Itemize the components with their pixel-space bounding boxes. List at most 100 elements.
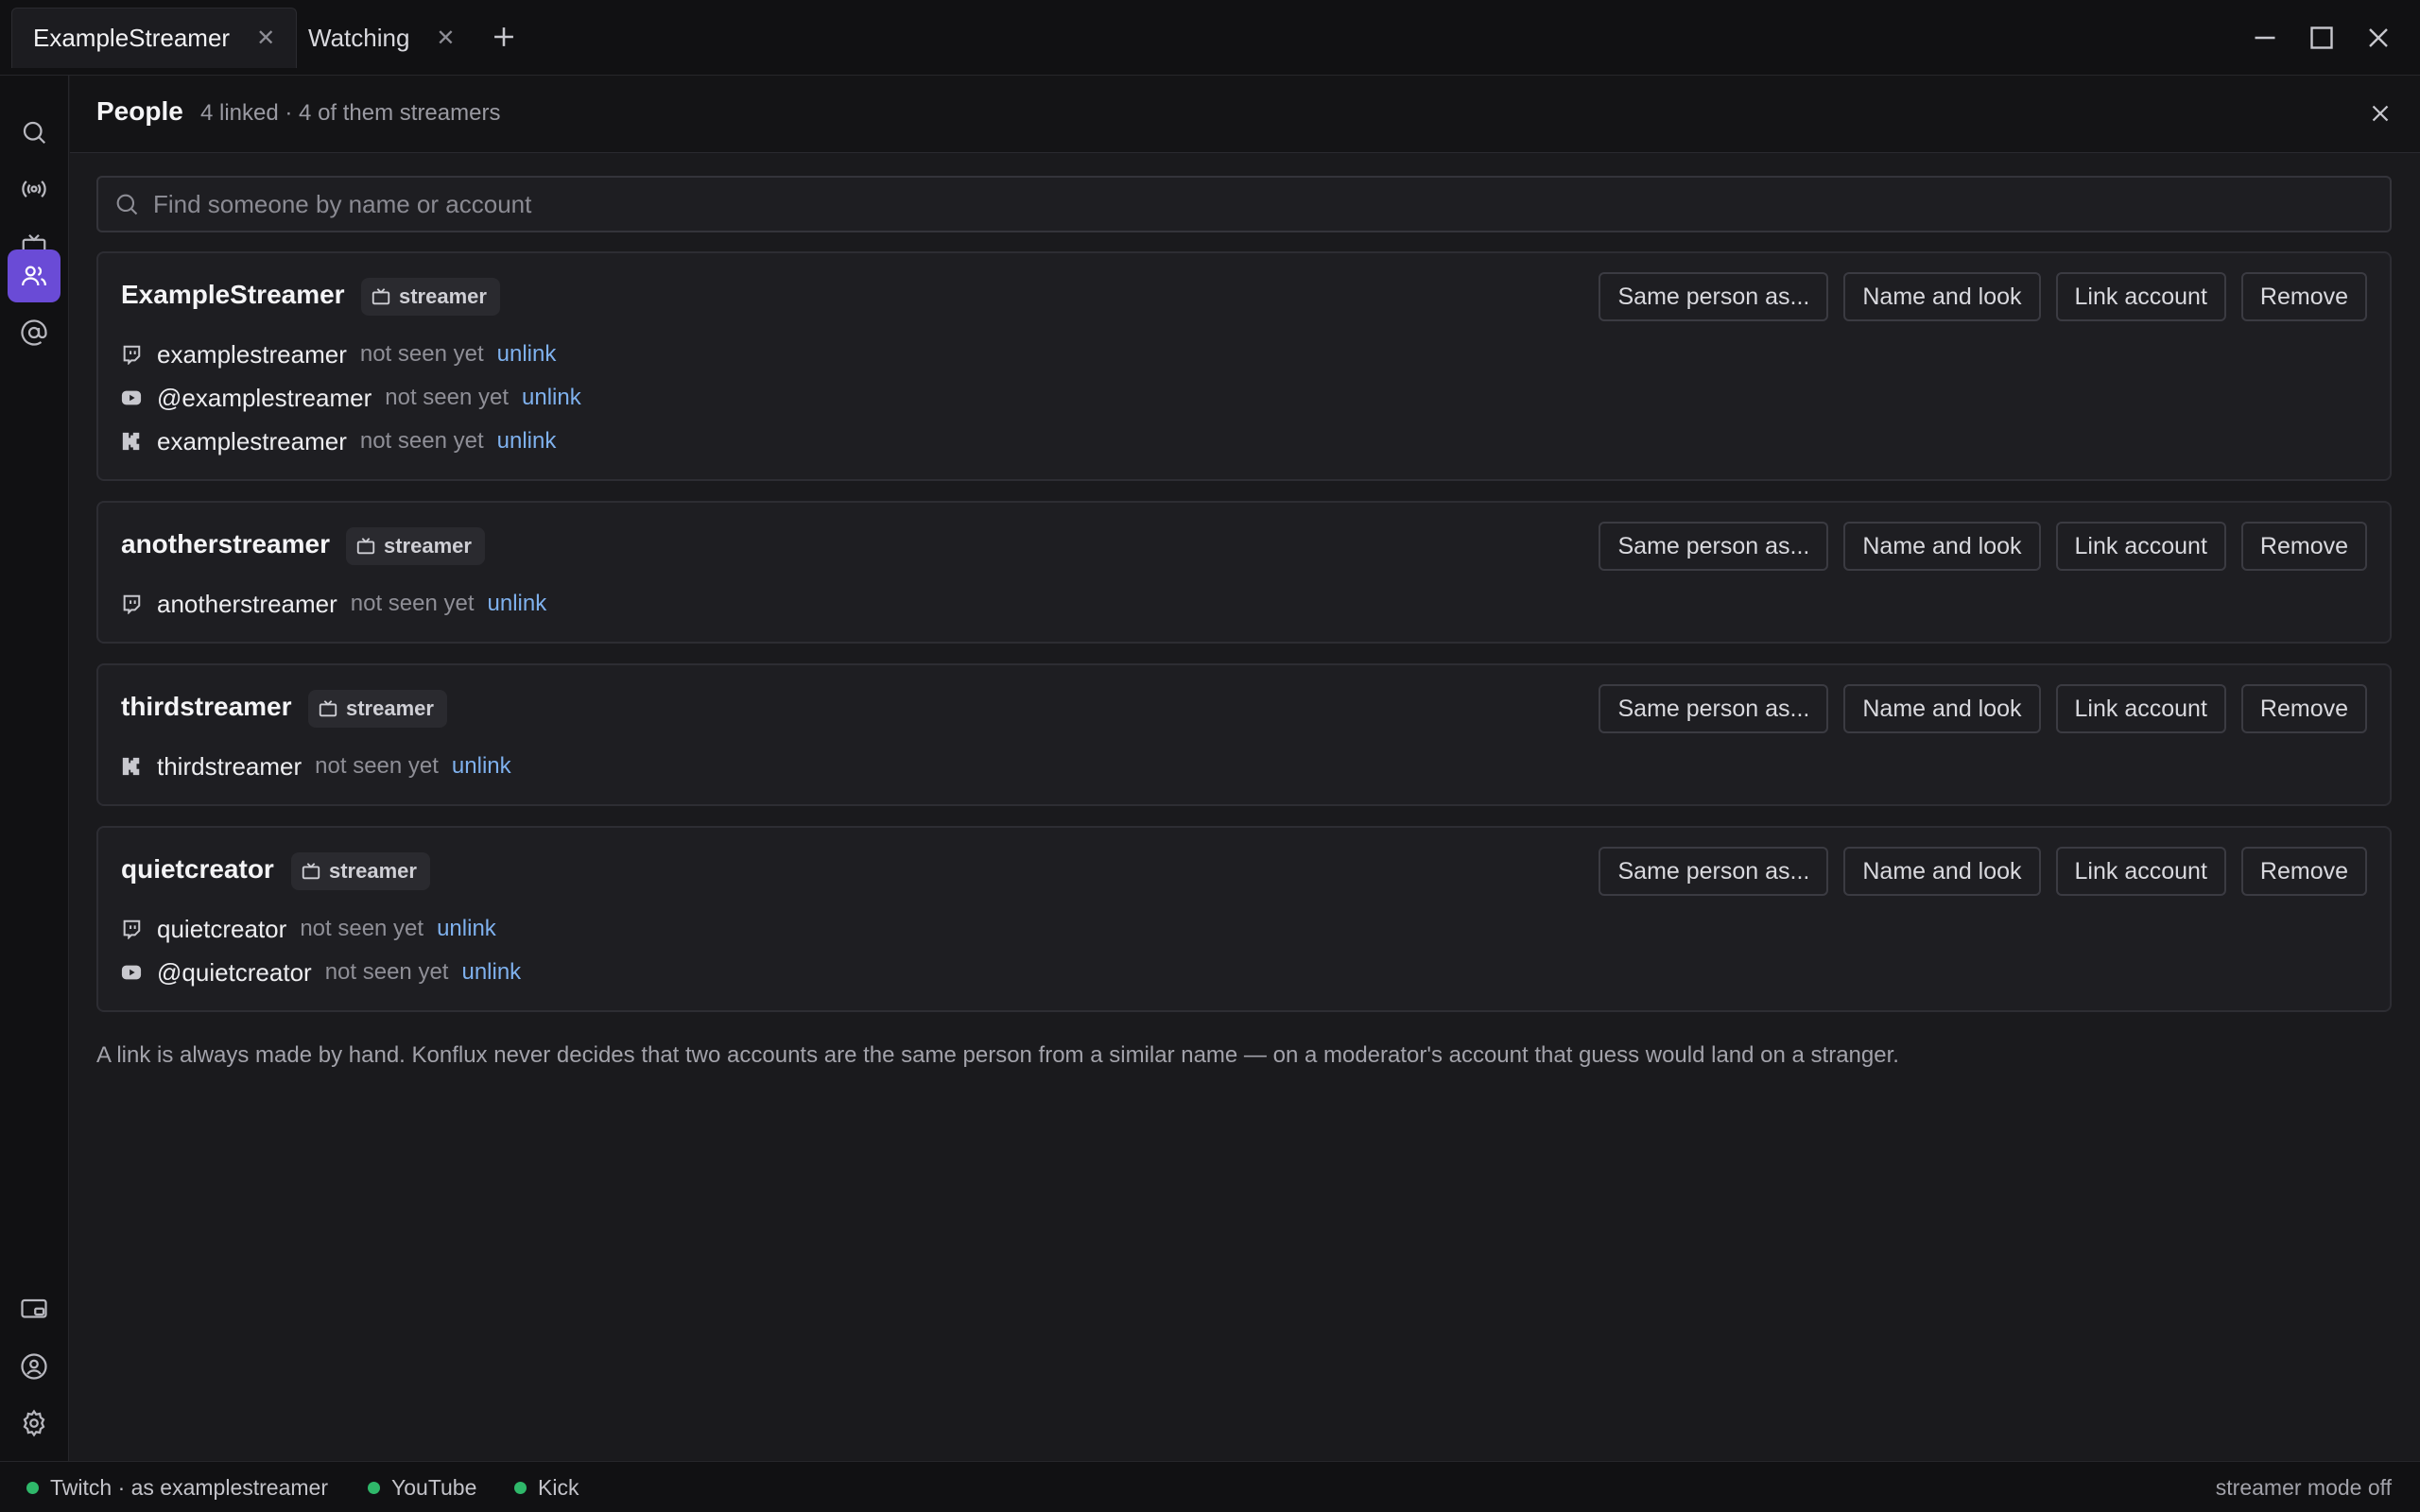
linked-account: thirdstreamer not seen yet unlink bbox=[121, 747, 511, 785]
badge-label: streamer bbox=[346, 696, 434, 720]
minimize-icon[interactable] bbox=[2248, 21, 2282, 55]
link-account-button[interactable]: Link account bbox=[2055, 522, 2226, 571]
tv-icon bbox=[372, 288, 390, 305]
close-panel-icon[interactable] bbox=[2360, 93, 2401, 134]
account-status: not seen yet bbox=[324, 959, 449, 985]
streamer-badge: streamer bbox=[308, 690, 447, 728]
person-actions: Same person as... Name and look Link acc… bbox=[1599, 684, 2367, 733]
account-icon[interactable] bbox=[8, 1340, 60, 1393]
remove-button[interactable]: Remove bbox=[2240, 522, 2367, 571]
status-dot bbox=[514, 1481, 527, 1494]
broadcast-icon[interactable] bbox=[8, 163, 60, 215]
status-dot bbox=[26, 1481, 39, 1494]
search-input[interactable] bbox=[153, 189, 2327, 219]
remove-button[interactable]: Remove bbox=[2240, 272, 2367, 321]
remove-button[interactable]: Remove bbox=[2240, 847, 2367, 896]
plus-icon[interactable] bbox=[488, 15, 520, 59]
same-person-button[interactable]: Same person as... bbox=[1599, 522, 1829, 571]
youtube-connection-status[interactable]: YouTube bbox=[368, 1462, 476, 1512]
account-status: not seen yet bbox=[315, 753, 439, 779]
account-handle: @examplestreamer bbox=[157, 383, 372, 412]
person-card: quietcreator streamer Same person as... … bbox=[96, 826, 2392, 1012]
streamer-badge: streamer bbox=[346, 527, 485, 565]
unlink-link[interactable]: unlink bbox=[488, 591, 547, 617]
connection-label: Twitch · as examplestreamer bbox=[50, 1474, 328, 1500]
twitch-connection-status[interactable]: Twitch · as examplestreamer bbox=[26, 1462, 328, 1512]
maximize-icon[interactable] bbox=[2305, 21, 2339, 55]
title-bar: ExampleStreamer ✕ Watching ✕ bbox=[0, 0, 2420, 76]
person-name: quietcreator bbox=[121, 854, 274, 884]
streamer-mode-toggle[interactable]: streamer mode off bbox=[2216, 1462, 2392, 1512]
same-person-button[interactable]: Same person as... bbox=[1599, 272, 1829, 321]
person-actions: Same person as... Name and look Link acc… bbox=[1599, 522, 2367, 571]
connection-label: YouTube bbox=[391, 1474, 477, 1500]
remove-button[interactable]: Remove bbox=[2240, 684, 2367, 733]
tab-examplestreamer[interactable]: ExampleStreamer ✕ bbox=[11, 8, 298, 68]
search-icon bbox=[116, 194, 138, 215]
account-handle: examplestreamer bbox=[157, 339, 347, 369]
account-status: not seen yet bbox=[300, 916, 424, 941]
linked-account: @examplestreamer not seen yet unlink bbox=[121, 379, 581, 417]
streamer-badge: streamer bbox=[291, 852, 430, 890]
kick-connection-status[interactable]: Kick bbox=[514, 1462, 579, 1512]
unlink-link[interactable]: unlink bbox=[522, 385, 581, 411]
account-status: not seen yet bbox=[350, 591, 475, 616]
account-handle: @quietcreator bbox=[157, 957, 312, 987]
search-icon[interactable] bbox=[8, 106, 60, 159]
unlink-link[interactable]: unlink bbox=[437, 916, 496, 942]
unlink-link[interactable]: unlink bbox=[461, 959, 521, 986]
youtube-icon bbox=[121, 387, 142, 408]
name-and-look-button[interactable]: Name and look bbox=[1843, 522, 2041, 571]
close-tab-icon[interactable]: ✕ bbox=[256, 25, 275, 52]
linked-account: examplestreamer not seen yet unlink bbox=[121, 422, 556, 460]
link-account-button[interactable]: Link account bbox=[2055, 684, 2226, 733]
person-actions: Same person as... Name and look Link acc… bbox=[1599, 272, 2367, 321]
connection-label: Kick bbox=[538, 1474, 579, 1500]
close-window-icon[interactable] bbox=[2361, 21, 2395, 55]
badge-label: streamer bbox=[384, 534, 472, 558]
page-subtitle: 4 linked · 4 of them streamers bbox=[200, 100, 501, 126]
settings-icon[interactable] bbox=[8, 1397, 60, 1450]
status-bar: Twitch · as examplestreamer YouTube Kick… bbox=[0, 1461, 2420, 1512]
unlink-link[interactable]: unlink bbox=[497, 428, 557, 455]
at-icon[interactable] bbox=[8, 306, 60, 359]
person-name: anotherstreamer bbox=[121, 529, 330, 558]
cast-icon[interactable] bbox=[8, 1283, 60, 1336]
name-and-look-button[interactable]: Name and look bbox=[1843, 684, 2041, 733]
unlink-link[interactable]: unlink bbox=[497, 341, 557, 368]
close-tab-icon[interactable]: ✕ bbox=[436, 25, 455, 52]
search-box bbox=[96, 176, 2392, 232]
linked-account: quietcreator not seen yet unlink bbox=[121, 910, 496, 948]
person-name: ExampleStreamer bbox=[121, 280, 345, 309]
status-dot bbox=[368, 1481, 380, 1494]
streamer-badge: streamer bbox=[361, 278, 500, 316]
same-person-button[interactable]: Same person as... bbox=[1599, 847, 1829, 896]
youtube-icon bbox=[121, 962, 142, 983]
same-person-button[interactable]: Same person as... bbox=[1599, 684, 1829, 733]
account-handle: quietcreator bbox=[157, 914, 287, 943]
twitch-icon bbox=[121, 344, 142, 365]
tv-icon bbox=[302, 863, 320, 880]
linked-account: @quietcreator not seen yet unlink bbox=[121, 954, 521, 991]
tv-icon bbox=[356, 538, 375, 555]
linking-note: A link is always made by hand. Konflux n… bbox=[96, 1042, 1899, 1068]
badge-label: streamer bbox=[399, 284, 487, 308]
tab-label: ExampleStreamer bbox=[33, 24, 231, 52]
linked-account: anotherstreamer not seen yet unlink bbox=[121, 585, 546, 623]
account-handle: examplestreamer bbox=[157, 426, 347, 455]
tab-label: Watching bbox=[308, 23, 410, 52]
account-handle: thirdstreamer bbox=[157, 751, 302, 781]
tab-watching[interactable]: Watching ✕ bbox=[287, 8, 476, 68]
tv-icon bbox=[319, 700, 337, 717]
link-account-button[interactable]: Link account bbox=[2055, 272, 2226, 321]
link-account-button[interactable]: Link account bbox=[2055, 847, 2226, 896]
person-card: ExampleStreamer streamer Same person as.… bbox=[96, 251, 2392, 481]
twitch-icon bbox=[121, 919, 142, 939]
people-icon[interactable] bbox=[8, 249, 60, 302]
person-card: anotherstreamer streamer Same person as.… bbox=[96, 501, 2392, 644]
name-and-look-button[interactable]: Name and look bbox=[1843, 847, 2041, 896]
kick-icon bbox=[121, 431, 142, 452]
unlink-link[interactable]: unlink bbox=[452, 753, 511, 780]
name-and-look-button[interactable]: Name and look bbox=[1843, 272, 2041, 321]
person-actions: Same person as... Name and look Link acc… bbox=[1599, 847, 2367, 896]
